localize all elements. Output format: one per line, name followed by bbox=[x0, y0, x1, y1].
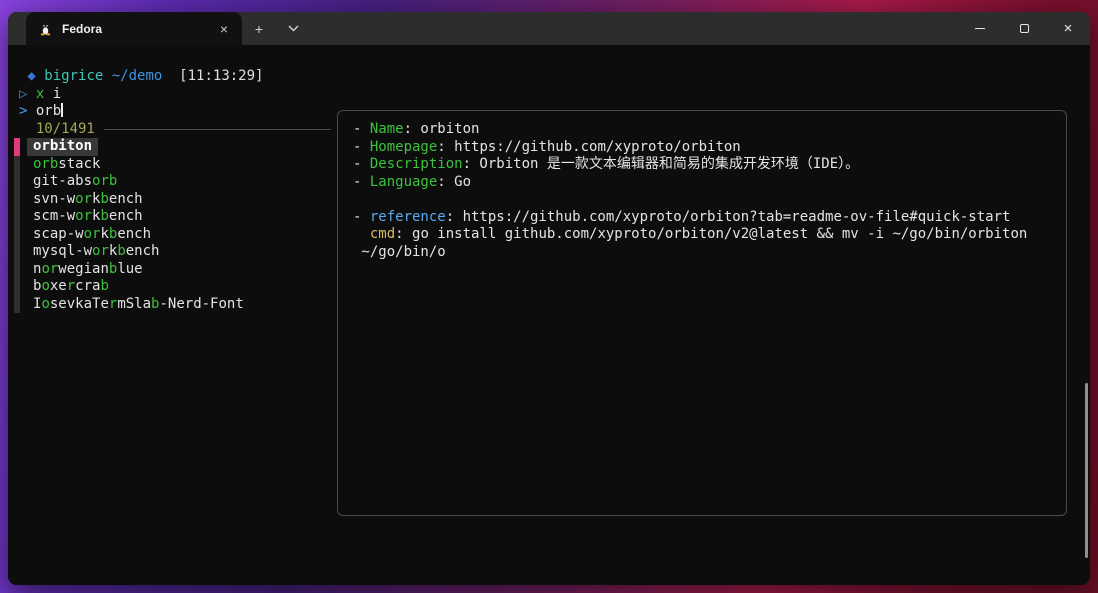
shell-prompt-line: ◆ bigrice ~/demo [11:13:29] bbox=[14, 68, 331, 86]
list-item[interactable]: scm-workbench bbox=[14, 208, 331, 226]
tab-title: Fedora bbox=[62, 21, 103, 36]
selection-pointer bbox=[14, 138, 20, 156]
history-triangle-icon: ▷ bbox=[19, 85, 36, 102]
list-item[interactable]: norwegianblue bbox=[14, 260, 331, 278]
list-item[interactable]: mysql-workbench bbox=[14, 243, 331, 261]
fzf-query-input[interactable]: orb bbox=[36, 103, 61, 119]
preview-line-name: - Name: orbiton bbox=[353, 121, 480, 137]
preview-line-blank bbox=[353, 191, 1066, 209]
prompt-directory: ~/demo bbox=[111, 68, 163, 84]
command-name: x bbox=[35, 85, 53, 102]
chevron-down-icon bbox=[288, 25, 298, 32]
tab-fedora[interactable]: Fedora × bbox=[26, 12, 242, 45]
list-gutter bbox=[14, 208, 20, 226]
terminal-content[interactable]: ◆ bigrice ~/demo [11:13:29] ▷ x i > orb … bbox=[8, 45, 1090, 585]
list-item[interactable]: orbstack bbox=[14, 155, 331, 173]
list-item-selected[interactable]: orbiton bbox=[14, 138, 331, 156]
list-item-label: git-absorb bbox=[33, 173, 118, 189]
list-gutter bbox=[14, 278, 20, 296]
preview-line-cmd-wrap: ~/go/bin/o bbox=[353, 243, 446, 260]
maximize-button[interactable] bbox=[1002, 12, 1046, 45]
fzf-match-counter: 10/1491 bbox=[19, 120, 95, 137]
list-item-label: mysql-workbench bbox=[33, 243, 160, 259]
fzf-separator bbox=[103, 128, 331, 130]
close-button[interactable]: × bbox=[1046, 12, 1090, 45]
minimize-button[interactable] bbox=[958, 12, 1002, 45]
fzf-counter-line: 10/1491 bbox=[14, 121, 331, 139]
fzf-prompt-symbol: > bbox=[19, 103, 36, 119]
list-item-label: IosevkaTermSlab-Nerd-Font bbox=[33, 295, 244, 312]
list-item[interactable]: git-absorb bbox=[14, 173, 331, 191]
list-item-label: boxercrab bbox=[33, 278, 109, 294]
preview-label: Name bbox=[369, 121, 404, 137]
preview-line-cmd: cmd: go install github.com/xyproto/orbit… bbox=[369, 226, 1028, 242]
new-tab-button[interactable]: + bbox=[242, 12, 276, 45]
list-gutter bbox=[14, 190, 20, 208]
maximize-icon bbox=[1019, 24, 1029, 33]
minimize-icon bbox=[975, 28, 985, 29]
list-gutter bbox=[14, 295, 20, 313]
tab-dropdown-button[interactable] bbox=[276, 12, 310, 45]
list-item[interactable]: scap-workbench bbox=[14, 225, 331, 243]
titlebar-drag-area bbox=[310, 12, 958, 45]
list-gutter bbox=[14, 155, 20, 173]
list-item[interactable]: boxercrab bbox=[14, 278, 331, 296]
desktop-wallpaper: Fedora × + × ◆ bigrice ~/demo [11:13:29]… bbox=[0, 0, 1098, 593]
command-arg: i bbox=[52, 85, 62, 102]
list-item[interactable]: IosevkaTermSlab-Nerd-Font bbox=[14, 295, 331, 313]
prompt-user: bigrice bbox=[44, 68, 112, 84]
list-item-label: svn-workbench bbox=[33, 190, 143, 207]
preview-line-language: - Language: Go bbox=[353, 173, 472, 190]
list-item-label: orbiton bbox=[27, 138, 99, 156]
terminal-window: Fedora × + × ◆ bigrice ~/demo [11:13:29]… bbox=[8, 12, 1090, 585]
list-item[interactable]: svn-workbench bbox=[14, 190, 331, 208]
list-item-label: orbstack bbox=[33, 155, 101, 172]
text-cursor bbox=[61, 103, 64, 117]
title-bar: Fedora × + × bbox=[8, 12, 1090, 45]
preview-line-description: - Description: Orbiton 是一款文本编辑器和简易的集成开发环… bbox=[353, 156, 860, 172]
list-item-label: norwegianblue bbox=[33, 260, 143, 277]
preview-line-reference: - reference: https://github.com/xyproto/… bbox=[353, 208, 1011, 225]
scrollbar-thumb[interactable] bbox=[1085, 383, 1088, 558]
list-gutter bbox=[14, 243, 20, 261]
preview-pane: - Name: orbiton - Homepage: https://gith… bbox=[337, 110, 1067, 516]
terminal-lines: ◆ bigrice ~/demo [11:13:29] ▷ x i > orb … bbox=[8, 45, 331, 313]
preview-label: reference bbox=[369, 208, 446, 225]
preview-line-homepage: - Homepage: https://github.com/xyproto/o… bbox=[353, 138, 741, 155]
list-item-label: scm-workbench bbox=[33, 208, 143, 224]
preview-label: Description bbox=[369, 156, 463, 172]
list-gutter bbox=[14, 225, 20, 243]
preview-label: Homepage bbox=[369, 138, 438, 155]
preview-label: Language bbox=[369, 173, 438, 190]
tux-penguin-icon bbox=[38, 21, 53, 36]
command-line: ▷ x i bbox=[14, 86, 331, 104]
list-gutter bbox=[14, 173, 20, 191]
prompt-diamond-icon: ◆ bbox=[19, 68, 45, 84]
list-gutter bbox=[14, 260, 20, 278]
tab-close-icon[interactable]: × bbox=[216, 21, 232, 37]
list-item-label: scap-workbench bbox=[33, 225, 152, 242]
prompt-timestamp: [11:13:29] bbox=[162, 68, 264, 84]
fzf-query-line[interactable]: > orb bbox=[14, 103, 331, 121]
preview-label: cmd bbox=[369, 226, 396, 242]
